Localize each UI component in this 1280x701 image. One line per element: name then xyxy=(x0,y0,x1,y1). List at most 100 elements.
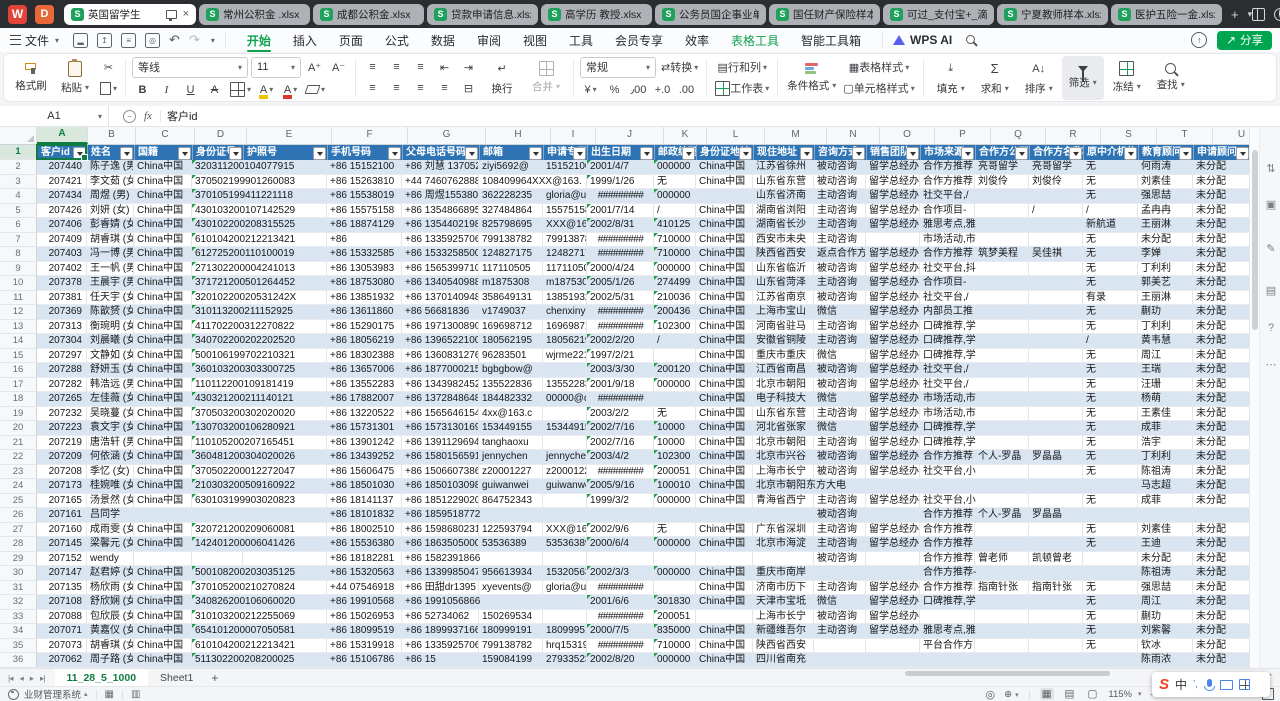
cell-T3[interactable]: 刘素佳 xyxy=(1138,175,1193,190)
cell-Q31[interactable]: 指南针张 xyxy=(975,581,1029,596)
cell-L11[interactable]: China中国 xyxy=(696,291,753,306)
cell-R23[interactable] xyxy=(1029,465,1083,480)
row-header-7[interactable]: 7 xyxy=(0,233,37,248)
globe-icon[interactable] xyxy=(1274,8,1280,21)
document-tab-8[interactable]: S可过_支付宝+_滴滴 xyxy=(883,4,994,25)
cell-P6[interactable]: 雅思考点,雅 xyxy=(920,218,975,233)
row-header-1[interactable]: 1 xyxy=(0,145,38,160)
cell-S29[interactable] xyxy=(1083,552,1138,567)
cut-button[interactable]: ✂ xyxy=(98,58,119,76)
cell-F17[interactable]: +86 13552283 xyxy=(327,378,402,393)
cell-G3[interactable]: +44 7460762888 xyxy=(402,175,479,190)
cell-H20[interactable]: 153449155 xyxy=(479,421,543,436)
cell-I33[interactable] xyxy=(543,610,587,625)
cell-R4[interactable] xyxy=(1029,189,1083,204)
cell-J8[interactable]: ######### xyxy=(587,247,654,262)
cell-B17[interactable]: 韩浩远 (男 xyxy=(87,378,134,393)
cell-H23[interactable]: z20001227 xyxy=(479,465,543,480)
cell-O28[interactable]: 留学总经办 xyxy=(866,537,920,552)
eye-protect-icon[interactable]: ◎ xyxy=(986,688,996,701)
cell-N31[interactable]: 主动咨询 xyxy=(814,581,866,596)
row-header-25[interactable]: 25 xyxy=(0,494,37,509)
cell-N26[interactable]: 被动咨询 xyxy=(814,508,866,523)
cell-M20[interactable]: 河北省张家 xyxy=(753,421,814,436)
cell-A12[interactable]: 207369 xyxy=(37,305,87,320)
row-header-32[interactable]: 32 xyxy=(0,595,37,610)
decrease-decimal-button[interactable]: .00 xyxy=(676,81,697,99)
cell-J24[interactable]: 2005/9/16 xyxy=(587,479,654,494)
cell-D29[interactable] xyxy=(192,552,243,567)
cell-R19[interactable] xyxy=(1029,407,1083,422)
undo-button[interactable]: ↶ xyxy=(169,32,180,48)
cell-Q7[interactable] xyxy=(975,233,1029,248)
cell-U35[interactable]: 未分配 xyxy=(1193,639,1249,654)
cell-C8[interactable]: China中国 xyxy=(134,247,192,262)
cell-S35[interactable]: 无 xyxy=(1083,639,1138,654)
cell-L27[interactable]: China中国 xyxy=(696,523,753,538)
cell-H35[interactable]: 799138782 xyxy=(479,639,543,654)
percent-button[interactable]: % xyxy=(604,81,625,99)
cell-B34[interactable]: 黄嘉仪 (女 xyxy=(87,624,134,639)
row-header-22[interactable]: 22 xyxy=(0,450,37,465)
cell-G36[interactable]: +86 15 xyxy=(402,653,479,668)
highlight-color-button[interactable]: A▾ xyxy=(256,81,277,99)
cell-N2[interactable]: 被动咨询 xyxy=(814,160,866,175)
cell-Q28[interactable] xyxy=(975,537,1029,552)
menu-tab-开始[interactable]: 开始 xyxy=(236,28,282,52)
column-header-U[interactable]: U xyxy=(1213,126,1249,144)
row-header-29[interactable]: 29 xyxy=(0,552,37,567)
cell-R31[interactable]: 指南针张 xyxy=(1029,581,1083,596)
cell-A2[interactable]: 207440 xyxy=(37,160,87,175)
cell-N35[interactable] xyxy=(814,639,866,654)
cell-N16[interactable]: 被动咨询 xyxy=(814,363,866,378)
cell-S6[interactable]: 新航道 xyxy=(1083,218,1138,233)
cell-J5[interactable]: 2001/7/14 xyxy=(587,204,654,219)
menu-tab-工具[interactable]: 工具 xyxy=(558,28,604,52)
cell-T4[interactable]: 强思喆 xyxy=(1138,189,1193,204)
underline-button[interactable]: U xyxy=(180,81,201,99)
cell-I30[interactable]: 15320563 xyxy=(543,566,587,581)
cell-U14[interactable]: 未分配 xyxy=(1193,334,1249,349)
cell-K26[interactable] xyxy=(654,508,696,523)
cell-G4[interactable]: +86 周煜155380 xyxy=(402,189,479,204)
cell-H27[interactable]: 122593794 xyxy=(479,523,543,538)
cell-F11[interactable]: +86 13851932 xyxy=(327,291,402,306)
user-avatar-icon[interactable] xyxy=(8,689,19,700)
cell-B18[interactable]: 左佳薇 (女 xyxy=(87,392,134,407)
cell-B33[interactable]: 包欣辰 (女 xyxy=(87,610,134,625)
cell-R9[interactable] xyxy=(1029,262,1083,277)
cell-L6[interactable]: China中国 xyxy=(696,218,753,233)
zoom-level[interactable]: 115% xyxy=(1108,689,1132,700)
cell-L13[interactable]: China中国 xyxy=(696,320,753,335)
filter-button[interactable] xyxy=(178,147,191,160)
cell-B19[interactable]: 吴晓蔓 (女 xyxy=(87,407,134,422)
cell-B24[interactable]: 桂婉唯 (女 xyxy=(87,479,134,494)
cell-P4[interactable]: 社交平台,/ xyxy=(920,189,975,204)
cell-G34[interactable]: +86 1899937166 xyxy=(402,624,479,639)
menu-tab-会员专享[interactable]: 会员专享 xyxy=(604,28,674,52)
cell-K30[interactable]: 000000 xyxy=(654,566,696,581)
cell-D9[interactable]: 271302200004241013 xyxy=(192,262,243,277)
cell-K20[interactable]: 10000 xyxy=(654,421,696,436)
cell-M7[interactable]: 西安市未央 xyxy=(753,233,814,248)
cell-P35[interactable]: 平台合作方 xyxy=(920,639,975,654)
cell-O16[interactable]: 留学总经办 xyxy=(866,363,920,378)
cell-M2[interactable]: 江苏省徐州 xyxy=(753,160,814,175)
cell-T6[interactable]: 王丽淋 xyxy=(1138,218,1193,233)
cell-R5[interactable]: / xyxy=(1029,204,1083,219)
cell-N22[interactable]: 被动咨询 xyxy=(814,450,866,465)
cell-J9[interactable]: 2000/4/24 xyxy=(587,262,654,277)
increase-decimal-button[interactable]: +.0 xyxy=(652,81,673,99)
cell-Q27[interactable] xyxy=(975,523,1029,538)
document-tab-3[interactable]: S成都公积金.xlsx xyxy=(313,4,424,25)
cell-P24[interactable] xyxy=(920,479,975,494)
row-header-30[interactable]: 30 xyxy=(0,566,37,581)
cell-I31[interactable]: gloria@uk xyxy=(543,581,587,596)
cell-A32[interactable]: 207108 xyxy=(37,595,87,610)
cell-M35[interactable]: 陕西省西安 xyxy=(753,639,814,654)
cell-N14[interactable]: 主动咨询 xyxy=(814,334,866,349)
document-tab-5[interactable]: S高学历 教授.xlsx xyxy=(541,4,652,25)
cell-B27[interactable]: 成雨雯 (女 xyxy=(87,523,134,538)
help-icon[interactable]: ? xyxy=(1262,322,1280,334)
cell-T13[interactable]: 丁利利 xyxy=(1138,320,1193,335)
